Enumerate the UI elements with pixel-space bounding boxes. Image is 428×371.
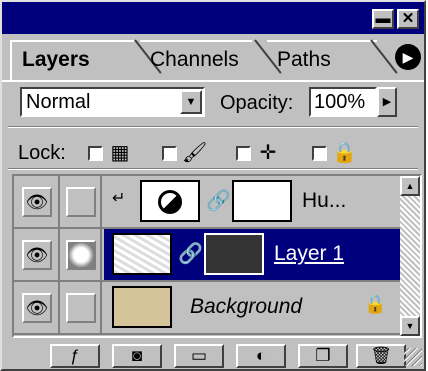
- layer-thumbnail: [112, 286, 172, 328]
- folder-icon: ▭: [190, 346, 208, 365]
- lock-all-checkbox[interactable]: [312, 146, 327, 161]
- blend-mode-select[interactable]: Normal ▼: [20, 87, 205, 117]
- resize-grip[interactable]: [404, 348, 422, 366]
- layer-row[interactable]: 👁 🔗 Layer 1: [14, 229, 400, 282]
- mask-icon[interactable]: [66, 240, 96, 270]
- link-cell[interactable]: [60, 229, 102, 280]
- link-cell[interactable]: [60, 176, 102, 227]
- scroll-down-button[interactable]: ▼: [400, 316, 420, 336]
- layer-name: Layer 1: [274, 242, 345, 265]
- new-layer-button[interactable]: ❐: [298, 344, 348, 368]
- new-set-button[interactable]: ▭: [174, 344, 224, 368]
- opacity-label: Opacity:: [220, 92, 294, 114]
- visibility-cell[interactable]: 👁: [14, 176, 60, 227]
- layers-palette: ▬ ✕ Layers Channels Paths ▶ Normal ▼ Opa…: [0, 0, 426, 371]
- new-layer-icon: ❐: [315, 346, 331, 365]
- tab-channels[interactable]: Channels: [140, 40, 252, 80]
- visibility-cell[interactable]: 👁: [14, 282, 60, 333]
- add-layer-style-button[interactable]: ƒ: [50, 344, 100, 368]
- chain-link-icon: 🔗: [178, 243, 203, 265]
- clipping-arrow-icon: ↵: [112, 190, 126, 207]
- mask-thumbnail: [232, 180, 292, 222]
- chain-link-icon: 🔗: [206, 190, 231, 212]
- layer-row[interactable]: 👁 ↵ 🔗 Hu...: [14, 176, 400, 229]
- lock-transparency-checkbox[interactable]: [88, 146, 103, 161]
- layers-list: 👁 ↵ 🔗 Hu... 👁 🔗 Layer 1 👁 Background 🔒 ▲…: [12, 174, 422, 338]
- vertical-scrollbar[interactable]: ▲ ▼: [400, 176, 420, 336]
- adjustment-icon: [158, 190, 182, 214]
- divider: [8, 126, 418, 128]
- layer-body[interactable]: 🔗 Layer 1: [104, 229, 400, 280]
- layer-body[interactable]: ↵ 🔗 Hu...: [104, 176, 400, 227]
- lock-label: Lock:: [18, 142, 66, 164]
- title-bar[interactable]: ▬ ✕: [2, 2, 424, 34]
- close-button[interactable]: ✕: [397, 9, 419, 29]
- opacity-field[interactable]: 100%: [309, 87, 377, 117]
- layer-name: Hu...: [302, 189, 347, 212]
- minimize-button[interactable]: ▬: [372, 9, 394, 29]
- divider: [8, 168, 418, 170]
- right-arrow-icon: ▶: [402, 49, 414, 65]
- lock-position-checkbox[interactable]: [236, 146, 251, 161]
- checkerboard-icon: ▦: [110, 142, 130, 164]
- eye-icon[interactable]: 👁: [22, 240, 52, 270]
- mask-thumbnail: [204, 233, 264, 275]
- mask-icon: ◙: [131, 346, 143, 365]
- bottom-toolbar: ƒ ◙ ▭ ◐ ❐ 🗑: [8, 342, 424, 368]
- layer-row[interactable]: 👁 Background 🔒: [14, 282, 400, 335]
- lock-icon: 🔒: [364, 294, 387, 314]
- adjustment-icon: ◐: [255, 346, 267, 365]
- layer-body[interactable]: Background 🔒: [104, 282, 400, 333]
- add-mask-button[interactable]: ◙: [112, 344, 162, 368]
- scroll-up-button[interactable]: ▲: [400, 176, 420, 196]
- adjustment-thumbnail: [140, 180, 200, 222]
- style-icon: ƒ: [70, 346, 80, 365]
- layer-thumbnail: [112, 233, 172, 275]
- blend-mode-value: Normal: [26, 91, 91, 113]
- chevron-down-icon[interactable]: ▼: [180, 90, 202, 114]
- tab-baseline: [2, 80, 424, 82]
- delete-layer-button[interactable]: 🗑: [356, 344, 406, 368]
- eye-icon[interactable]: 👁: [22, 187, 52, 217]
- empty-link-box[interactable]: [66, 293, 96, 323]
- link-cell[interactable]: [60, 282, 102, 333]
- new-adjustment-button[interactable]: ◐: [236, 344, 286, 368]
- empty-link-box[interactable]: [66, 187, 96, 217]
- eye-icon[interactable]: 👁: [22, 293, 52, 323]
- lock-icon: 🔒: [332, 142, 357, 164]
- visibility-cell[interactable]: 👁: [14, 229, 60, 280]
- opacity-slider-button[interactable]: ▶: [377, 87, 397, 117]
- lock-image-checkbox[interactable]: [162, 146, 177, 161]
- trash-icon: 🗑: [370, 346, 392, 365]
- move-icon: ✛: [259, 142, 277, 164]
- layer-name: Background: [190, 295, 303, 318]
- tab-paths[interactable]: Paths: [267, 40, 377, 80]
- brush-icon: 🖌: [182, 142, 208, 164]
- tab-layers[interactable]: Layers: [10, 40, 134, 80]
- palette-menu-button[interactable]: ▶: [395, 44, 421, 70]
